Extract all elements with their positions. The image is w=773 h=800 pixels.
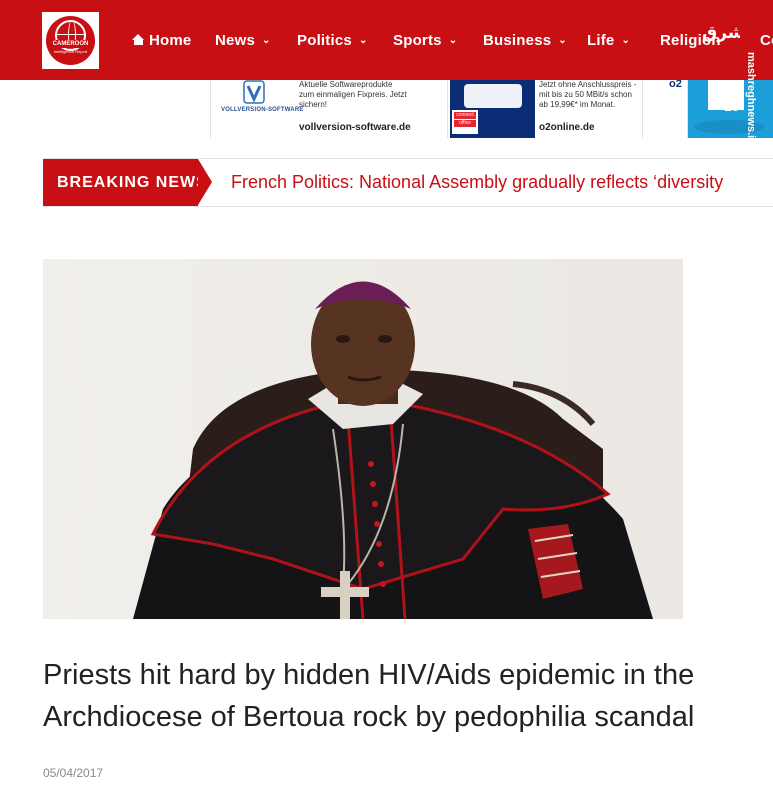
ad-brand: VOLLVERSION-SOFTWARE [221, 107, 304, 113]
chevron-down-icon: ⌄ [558, 35, 567, 46]
breaking-news-ticker: BREAKING NEWS French Politics: National … [43, 158, 773, 207]
chevron-down-icon: ⌄ [262, 35, 271, 46]
article-date: 05/04/2017 [43, 766, 104, 780]
article-title[interactable]: Priests hit hard by hidden HIV/Aids epid… [43, 654, 763, 738]
nav-item-label: Co [760, 32, 773, 49]
offer-badge: connect office [452, 110, 478, 134]
nav-item-home[interactable]: Home [132, 32, 191, 49]
nav-item-life[interactable]: Life ⌄ [587, 32, 630, 49]
ad-vollversion[interactable]: VOLLVERSION-SOFTWARE Aktuelle Softwarepr… [210, 80, 448, 138]
watermark-mark: مشرق [702, 23, 740, 43]
home-icon [132, 34, 145, 45]
ad-tagline: Jetzt ohne Anschlusspreis - mit bis zu 5… [539, 80, 637, 109]
badge-top: connect [454, 112, 476, 119]
watermark-text: mashreghnews.ir [745, 52, 757, 143]
breaking-headline-link[interactable]: French Politics: National Assembly gradu… [231, 159, 723, 206]
article-featured-image [43, 259, 683, 619]
o2-logo: o2 [669, 80, 682, 90]
router-image: connect office [450, 80, 535, 138]
ad-domain: o2online.de [539, 122, 595, 133]
nav-item-sports[interactable]: Sports ⌄ [393, 32, 457, 49]
ad-o2-small[interactable]: o2 [643, 80, 688, 138]
chevron-down-icon: ⌄ [358, 35, 368, 46]
nav-item-label: News [215, 32, 255, 49]
badge-mid: office [454, 120, 476, 127]
vollversion-logo-icon [243, 80, 265, 104]
top-navbar: CAMEROON Intelligence Report Home News ⌄ … [0, 0, 773, 80]
logo-emblem: CAMEROON Intelligence Report [46, 16, 95, 65]
chevron-down-icon: ⌄ [448, 35, 458, 46]
nav-item-news[interactable]: News ⌄ [215, 32, 271, 49]
nav-item-business[interactable]: Business ⌄ [483, 32, 567, 49]
ad-promo[interactable]: 10 [688, 80, 773, 138]
nav-item-label: Home [149, 32, 192, 49]
breaking-news-label: BREAKING NEWS [43, 159, 207, 206]
ad-domain: vollversion-software.de [299, 122, 411, 133]
router-icon [464, 84, 522, 108]
chevron-down-icon: ⌄ [621, 35, 631, 46]
nav-item-more[interactable]: Co [760, 32, 773, 49]
site-logo[interactable]: CAMEROON Intelligence Report [42, 12, 99, 69]
nav-item-label: Business [483, 32, 552, 49]
nav-item-label: Politics [297, 32, 352, 49]
nav-item-label: Life [587, 32, 615, 49]
ad-tagline: Aktuelle Softwareprodukte zum einmaligen… [299, 80, 407, 109]
nav-item-politics[interactable]: Politics ⌄ [297, 32, 368, 49]
breaking-arrow-icon [198, 159, 212, 205]
logo-text-primary: CAMEROON [46, 40, 95, 48]
watermark-logo: مشرق [700, 16, 756, 50]
ad-o2[interactable]: connect office Jetzt ohne Anschlusspreis… [448, 80, 643, 138]
nav-item-label: Sports [393, 32, 442, 49]
logo-text-secondary: Intelligence Report [53, 49, 88, 54]
